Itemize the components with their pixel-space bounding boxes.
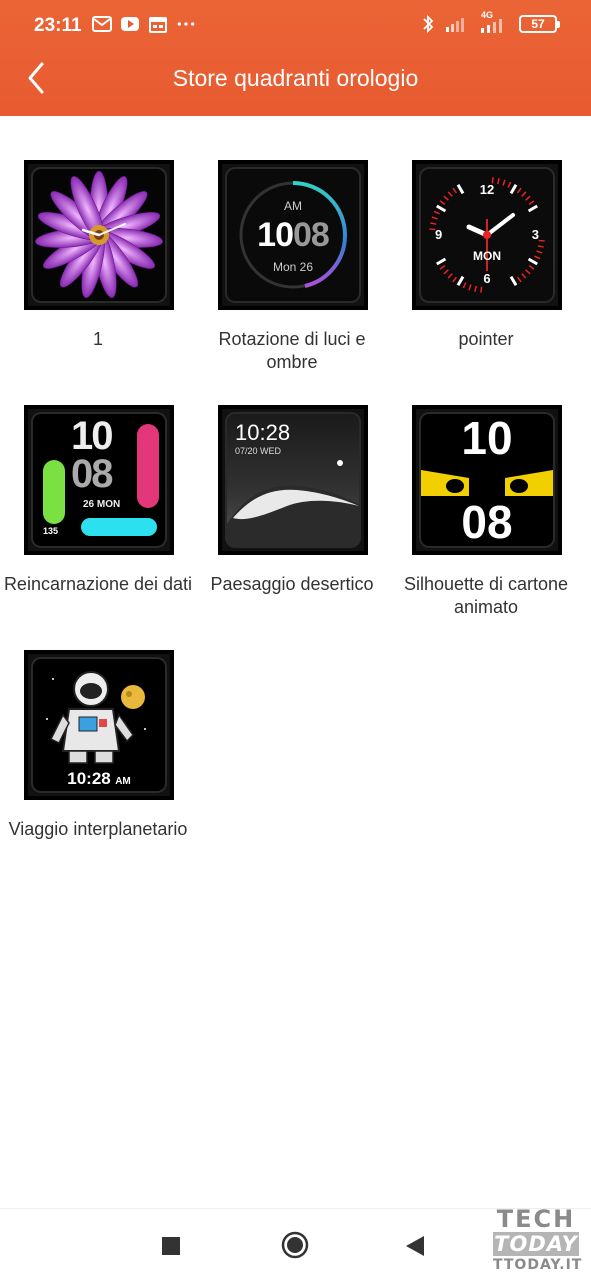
astronaut-clock: 10:28 AM — [33, 769, 165, 789]
face-am: AM — [284, 199, 302, 213]
watermark-line-3: TTODAY.IT — [493, 1257, 583, 1273]
watchface-thumbnail: 12 3 6 9 MON — [412, 160, 562, 310]
page-title: Store quadranti orologio — [172, 65, 419, 91]
dial-number-6: 6 — [483, 271, 491, 286]
watchface-card[interactable]: 1 — [0, 160, 194, 390]
cartoon-minute: 08 — [461, 496, 513, 546]
watchface-label: Rotazione di luci e ombre — [218, 329, 366, 372]
cartoon-hour: 10 — [461, 414, 513, 464]
magenta-pill — [137, 424, 159, 508]
watchface-label: Paesaggio desertico — [210, 574, 374, 594]
cartoon-eyes — [421, 470, 553, 496]
watchface-label: Reincarnazione dei dati — [3, 574, 193, 594]
title-bar: Store quadranti orologio — [0, 54, 591, 104]
bluetooth-icon — [423, 14, 434, 34]
watermark-line-1: TECH — [496, 1205, 576, 1233]
astronaut-ampm: AM — [115, 776, 131, 787]
youtube-icon — [121, 17, 139, 31]
watchface-card[interactable]: 10 08 26 MON 135 Reincarnazione dei dati — [0, 405, 194, 635]
watchface-card[interactable]: 10:28 07/20 WED Paesaggio desertico — [194, 405, 388, 635]
desert-time: 10:28 — [235, 420, 291, 445]
watchface-thumbnail: 10:28 AM — [24, 650, 174, 800]
dial-number-12: 12 — [479, 182, 495, 197]
data-date: 26 MON — [83, 499, 121, 510]
back-triangle-icon[interactable] — [404, 1235, 426, 1257]
app-header: 23:11 4G 57 Store quadranti orologio — [0, 0, 591, 116]
watchface-label: Viaggio interplanetario — [8, 819, 188, 839]
watchface-thumbnail: 10 08 — [412, 405, 562, 555]
flower-image — [35, 170, 163, 298]
home-icon[interactable] — [281, 1231, 309, 1259]
watchface-card[interactable]: 12 3 6 9 MON pointer — [388, 160, 582, 390]
watermark-line-2: TODAY — [493, 1232, 579, 1256]
data-hour: 10 — [71, 414, 113, 458]
astronaut-time: 10:28 — [67, 769, 111, 788]
dial-number-9: 9 — [435, 227, 443, 242]
recent-apps-icon[interactable] — [161, 1236, 181, 1256]
more-dots-icon — [177, 22, 195, 26]
watchface-label: 1 — [92, 329, 103, 349]
face-minute: 08 — [293, 216, 330, 254]
face-hour: 10 — [257, 216, 294, 254]
battery-icon: 57 — [519, 15, 560, 33]
desert-date: 07/20 WED — [235, 446, 282, 456]
face-date: Mon 26 — [272, 260, 314, 274]
dial-day: MON — [473, 249, 501, 263]
data-steps: 135 — [43, 526, 59, 536]
cyan-pill — [81, 518, 157, 536]
watchface-label: pointer — [458, 329, 514, 349]
watchface-thumbnail: 10 08 26 MON 135 — [24, 405, 174, 555]
calendar-icon — [149, 17, 167, 33]
watchface-card[interactable]: 10:28 AM Viaggio interplanetario — [0, 650, 194, 880]
watchface-card[interactable]: 10 08 Silhouette di cartone animato — [388, 405, 582, 635]
watchface-thumbnail: 10:28 07/20 WED — [218, 405, 368, 555]
network-type: 4G — [481, 10, 494, 20]
watermark-logo: TECH TODAY TTODAY.IT — [493, 1205, 583, 1276]
signal-icon — [446, 18, 464, 32]
watchface-thumbnail — [24, 160, 174, 310]
data-minute: 08 — [71, 452, 113, 496]
watchface-label: Silhouette di cartone animato — [403, 574, 569, 617]
signal-4g-icon: 4G — [479, 10, 509, 34]
system-status-icons: 4G 57 — [421, 10, 560, 34]
watchface-thumbnail: AM 1008 Mon 26 — [218, 160, 368, 310]
notification-icons — [92, 15, 196, 33]
gmail-icon — [92, 16, 112, 32]
status-time: 23:11 — [34, 15, 82, 36]
face-time: 1008 — [227, 216, 359, 255]
watchface-card[interactable]: AM 1008 Mon 26 Rotazione di luci e ombre — [194, 160, 388, 390]
dial-number-3: 3 — [531, 227, 539, 242]
green-pill — [43, 460, 65, 524]
status-bar: 23:11 4G 57 — [0, 0, 591, 50]
